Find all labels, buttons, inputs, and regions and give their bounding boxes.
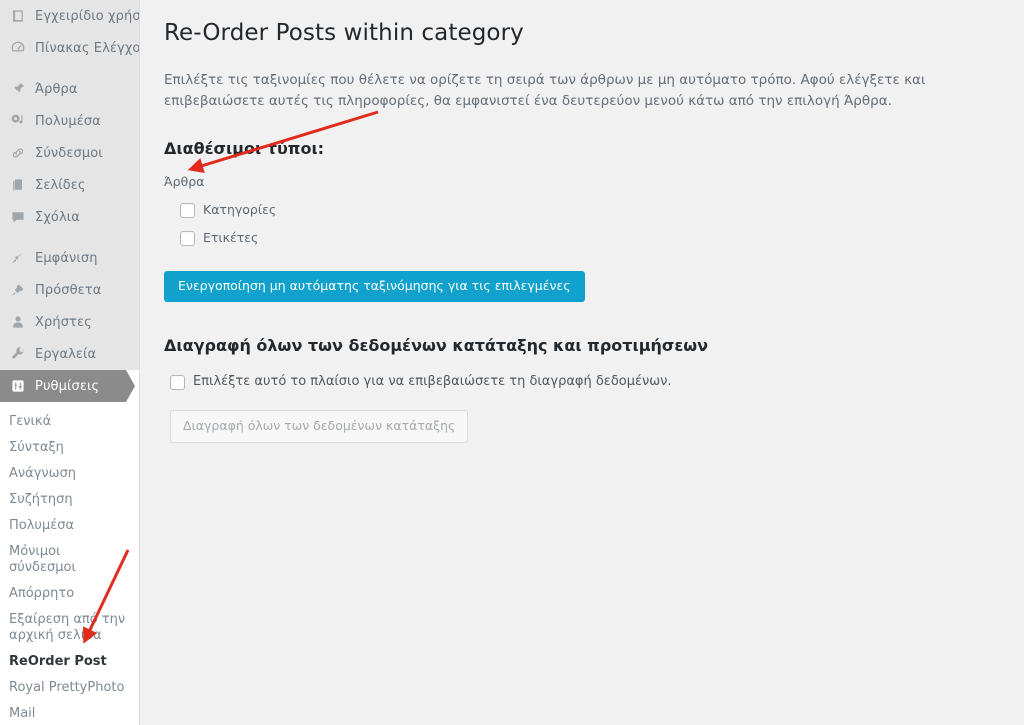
submenu-item-reading[interactable]: Ανάγνωση: [0, 461, 139, 487]
tools-wrench-icon: [8, 344, 28, 364]
wordpress-admin-screen: Εγχειρίδιο χρήσης Πίνακας Ελέγχου Άρθρα: [0, 0, 1024, 725]
dashboard-icon: [8, 38, 28, 58]
sidebar-item-users[interactable]: Χρήστες: [0, 306, 139, 338]
submenu-item-royal-prettyphoto[interactable]: Royal PrettyPhoto: [0, 675, 139, 701]
sidebar-item-plugins[interactable]: Πρόσθετα: [0, 274, 139, 306]
sidebar-item-label: Εργαλεία: [35, 346, 97, 362]
submenu-item-reorder-post[interactable]: ReOrder Post: [0, 649, 139, 675]
sidebar-item-label: Εγχειρίδιο χρήσης: [35, 8, 140, 24]
sidebar-item-label: Σελίδες: [35, 177, 86, 193]
page-title: Re-Order Posts within category: [164, 20, 524, 46]
pages-icon: [8, 175, 28, 195]
submenu-item-exclude-from-home[interactable]: Εξαίρεση από την αρχική σελίδα: [0, 607, 139, 649]
submenu-item-discussion[interactable]: Συζήτηση: [0, 487, 139, 513]
link-icon: [8, 143, 28, 163]
sidebar-item-media[interactable]: Πολυμέσα: [0, 105, 139, 137]
sidebar-item-handbook[interactable]: Εγχειρίδιο χρήσης: [0, 0, 139, 32]
taxonomy-row-tags[interactable]: Ετικέτες: [180, 230, 1004, 246]
sidebar-item-pages[interactable]: Σελίδες: [0, 169, 139, 201]
sidebar-item-label: Άρθρα: [35, 81, 78, 97]
main-content: Re-Order Posts within category Επιλέξτε …: [140, 0, 1024, 725]
book-icon: [8, 6, 28, 26]
confirm-delete-label: Επιλέξτε αυτό το πλαίσιο για να επιβεβαι…: [193, 374, 672, 389]
submenu-item-general[interactable]: Γενικά: [0, 409, 139, 435]
enable-manual-sorting-button[interactable]: Ενεργοποίηση μη αυτόματης ταξινόμησης γι…: [164, 271, 585, 302]
delete-all-data-button[interactable]: Διαγραφή όλων των δεδομένων κατάταξης: [170, 410, 469, 443]
sidebar-item-settings[interactable]: Ρυθμίσεις: [0, 370, 139, 402]
menu-group-top: Εγχειρίδιο χρήσης Πίνακας Ελέγχου: [0, 0, 139, 64]
tags-checkbox[interactable]: [180, 230, 195, 246]
sidebar-item-label: Σύνδεσμοι: [35, 145, 103, 161]
plugins-plug-icon: [8, 280, 28, 300]
sidebar-item-label: Πρόσθετα: [35, 282, 102, 298]
users-icon: [8, 312, 28, 332]
categories-label: Κατηγορίες: [203, 202, 277, 217]
submenu-item-privacy[interactable]: Απόρρητο: [0, 581, 139, 607]
sidebar-item-links[interactable]: Σύνδεσμοι: [0, 137, 139, 169]
page-description: Επιλέξτε τις ταξινομίες που θέλετε να ορ…: [164, 72, 926, 109]
sidebar-item-tools[interactable]: Εργαλεία: [0, 338, 139, 370]
appearance-brush-icon: [8, 248, 28, 268]
taxonomy-row-categories[interactable]: Κατηγορίες: [180, 202, 1004, 218]
comments-icon: [8, 207, 28, 227]
sidebar-item-appearance[interactable]: Εμφάνιση: [0, 242, 139, 274]
post-type-label: Άρθρα: [164, 174, 205, 189]
categories-checkbox[interactable]: [180, 202, 195, 218]
pin-icon: [8, 79, 28, 99]
menu-group-content: Άρθρα Πολυμέσα Σύνδεσμοι Σελίδες Σχόλια: [0, 73, 139, 233]
confirm-delete-row[interactable]: Επιλέξτε αυτό το πλαίσιο για να επιβεβαι…: [170, 374, 1004, 390]
sidebar-item-label: Ρυθμίσεις: [35, 378, 100, 394]
sidebar-item-label: Πολυμέσα: [35, 113, 101, 129]
submenu-item-media[interactable]: Πολυμέσα: [0, 513, 139, 539]
tags-label: Ετικέτες: [203, 230, 259, 245]
admin-sidebar: Εγχειρίδιο χρήσης Πίνακας Ελέγχου Άρθρα: [0, 0, 140, 725]
submenu-item-writing[interactable]: Σύνταξη: [0, 435, 139, 461]
settings-submenu: Γενικά Σύνταξη Ανάγνωση Συζήτηση Πολυμέσ…: [0, 402, 139, 725]
media-icon: [8, 111, 28, 131]
sidebar-item-label: Σχόλια: [35, 209, 80, 225]
submenu-item-permalinks[interactable]: Μόνιμοι σύνδεσμοι: [0, 539, 139, 581]
sidebar-divider: [0, 64, 139, 73]
submenu-item-mail[interactable]: Mail: [0, 701, 139, 725]
menu-group-admin: Εμφάνιση Πρόσθετα Χρήστες Εργαλεία Ρυθμί…: [0, 242, 139, 402]
sidebar-item-label: Πίνακας Ελέγχου: [35, 40, 140, 56]
sidebar-item-label: Χρήστες: [35, 314, 92, 330]
sidebar-divider: [0, 233, 139, 242]
available-types-heading: Διαθέσιμοι τύποι:: [164, 139, 325, 158]
sidebar-item-posts[interactable]: Άρθρα: [0, 73, 139, 105]
sidebar-item-label: Εμφάνιση: [35, 250, 98, 266]
sidebar-item-dashboard[interactable]: Πίνακας Ελέγχου: [0, 32, 139, 64]
confirm-delete-checkbox[interactable]: [170, 374, 185, 390]
delete-all-data-heading: Διαγραφή όλων των δεδομένων κατάταξης κα…: [164, 336, 709, 355]
sidebar-item-comments[interactable]: Σχόλια: [0, 201, 139, 233]
settings-sliders-icon: [8, 376, 28, 396]
